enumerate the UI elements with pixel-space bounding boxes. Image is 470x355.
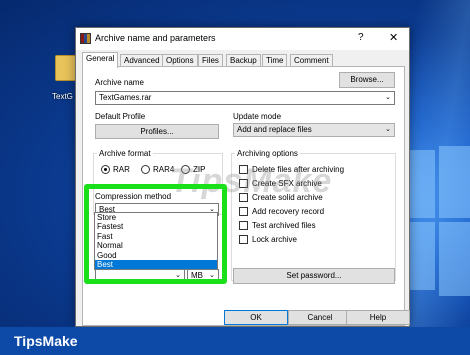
compression-method-dropdown: Store Fastest Fast Normal Good Best [94,212,218,270]
set-password-button[interactable]: Set password... [233,268,395,284]
option-store[interactable]: Store [95,213,217,222]
watermark: TipsMake [170,162,333,200]
window-title: Archive name and parameters [95,33,216,43]
lock-archive-label: Lock archive [252,235,297,244]
default-profile-label: Default Profile [95,112,146,121]
option-fastest[interactable]: Fastest [95,222,217,231]
lock-archive-checkbox[interactable] [239,235,248,244]
option-good[interactable]: Good [95,251,217,260]
desktop-icon-label: TextG [52,92,73,101]
chevron-down-icon[interactable]: ⌄ [385,124,391,136]
cancel-button[interactable]: Cancel [288,310,352,325]
title-bar: Archive name and parameters ? ✕ [76,28,409,50]
ok-button[interactable]: OK [224,310,288,325]
archiving-options-label: Archiving options [235,149,300,158]
help-icon[interactable]: ? [358,32,364,43]
option-best[interactable]: Best [95,259,217,270]
chevron-down-icon[interactable]: ⌄ [385,92,391,104]
split-size-field[interactable]: ⌄ [95,269,185,282]
help-button[interactable]: Help [346,310,410,325]
compression-method-label: Compression method [95,192,172,201]
format-rar4-radio[interactable] [141,165,150,174]
recovery-record-checkbox[interactable] [239,207,248,216]
test-files-label: Test archived files [252,221,316,230]
split-unit-select[interactable]: MB ⌄ [187,269,219,282]
update-mode-value: Add and replace files [237,125,312,134]
folder-icon[interactable] [55,55,77,81]
split-unit-value: MB [191,271,203,280]
profiles-button[interactable]: Profiles... [95,124,219,139]
archive-name-value: TextGames.rar [99,93,152,102]
chevron-down-icon[interactable]: ⌄ [209,270,215,282]
winrar-icon [80,33,91,44]
tab-general[interactable]: General [82,52,119,68]
brand-bar: TipsMake [0,327,470,355]
chevron-down-icon[interactable]: ⌄ [175,270,181,282]
option-fast[interactable]: Fast [95,232,217,241]
recovery-record-label: Add recovery record [252,207,325,216]
format-rar-radio[interactable] [101,165,110,174]
browse-button[interactable]: Browse... [339,72,395,88]
archive-format-label: Archive format [97,149,153,158]
update-mode-label: Update mode [233,112,282,121]
archive-name-field[interactable]: TextGames.rar ⌄ [95,91,395,105]
update-mode-select[interactable]: Add and replace files ⌄ [233,123,395,137]
close-icon[interactable]: ✕ [389,31,398,44]
test-files-checkbox[interactable] [239,221,248,230]
format-rar-label: RAR [113,165,130,174]
archive-name-label: Archive name [95,78,144,87]
brand-logo: TipsMake [14,333,78,349]
option-normal[interactable]: Normal [95,241,217,250]
